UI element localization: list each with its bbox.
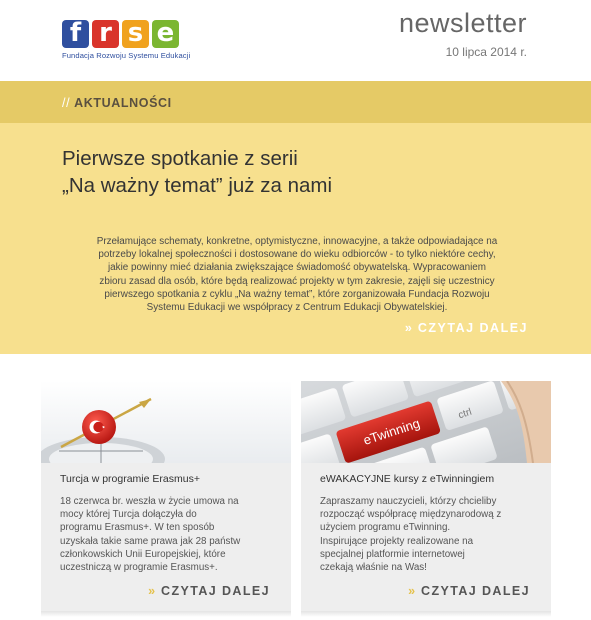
card-text-line: specjalnej platformie internetowej xyxy=(320,548,465,560)
card-text-line: Zapraszamy nauczycieli, którzy chcieliby xyxy=(320,496,497,507)
article-card-etwinning: eTwinning ctrl eWAKACYJNE kursy z eTwinn… xyxy=(301,381,551,611)
card-title[interactable]: eWAKACYJNE kursy z eTwinningiem xyxy=(320,473,494,485)
frse-logo[interactable]: f r s e Fundacja Rozwoju Systemu Edukacj… xyxy=(62,20,192,68)
card-text-line: uzyskała takie same prawa jak 28 państw xyxy=(60,535,241,547)
card-title[interactable]: Turcja w programie Erasmus+ xyxy=(60,473,200,485)
card-text-line: rozpocząć współpracę międzynarodową z xyxy=(320,509,502,521)
logo-letter-r: r xyxy=(92,20,119,48)
card-text-line: programu Erasmus+. W ten sposób xyxy=(60,522,215,534)
card-text: 18 czerwca br. weszła w życie umowa na m… xyxy=(60,495,270,574)
newsletter-title: newsletter xyxy=(398,8,527,38)
lead-line: zbioru zasad dla osób, które będą realiz… xyxy=(99,275,495,287)
card-text-line: użyciem programu eTwinning. xyxy=(320,522,451,534)
double-chevron-right-icon: » xyxy=(404,321,412,335)
card-shadow xyxy=(41,611,291,617)
card-text-line: Inspirujące projekty realizowane na xyxy=(320,535,474,547)
featured-read-more-link[interactable]: » CZYTAJ DALEJ xyxy=(405,321,528,335)
card-text-line: 18 czerwca br. weszła w życie umowa na xyxy=(60,496,239,507)
card-text-line: uczestniczą w programie Erasmus+. xyxy=(60,562,218,574)
lead-line: Przełamujące schematy, konkretne, optymi… xyxy=(96,236,498,247)
lead-line: pierwszego spotkania z cyklu „Na ważny t… xyxy=(104,288,490,300)
featured-article: //AKTUALNOŚCI Pierwsze spotkanie z serii… xyxy=(0,81,591,354)
lead-line: Systemu Edukacji we współpracy z Centrum… xyxy=(146,302,448,314)
logo-subtitle: Fundacja Rozwoju Systemu Edukacji xyxy=(62,51,191,60)
section-bar: //AKTUALNOŚCI xyxy=(0,81,591,123)
logo-letter-f: f xyxy=(62,20,89,48)
logo-letters: f r s e xyxy=(62,20,192,48)
newsletter-date: 10 lipca 2014 r. xyxy=(445,45,527,59)
read-more-label: CZYTAJ DALEJ xyxy=(417,321,528,335)
lead-line: jakie powinny mieć działania zwiększając… xyxy=(107,262,487,274)
keyboard-etwinning-key-icon[interactable]: eTwinning ctrl xyxy=(301,381,551,463)
section-slashes: // xyxy=(62,96,71,110)
logo-letter-e: e xyxy=(152,20,179,48)
read-more-label: CZYTAJ DALEJ xyxy=(161,584,270,598)
card-text-line: członkowskich Unii Europejskiej, które xyxy=(60,548,226,560)
compass-turkey-flag-icon[interactable] xyxy=(41,381,291,463)
card-text: Zapraszamy nauczycieli, którzy chcieliby… xyxy=(320,495,530,574)
section-label-text: AKTUALNOŚCI xyxy=(74,96,172,110)
lead-line: potrzeby lokalnej społeczności i dostoso… xyxy=(98,249,496,261)
section-label: //AKTUALNOŚCI xyxy=(62,96,172,110)
card-text-line: mocy której Turcja dołączyła do xyxy=(60,509,197,521)
double-chevron-right-icon: » xyxy=(148,584,156,598)
headline-line: „Na ważny temat” już za nami xyxy=(62,174,333,197)
read-more-label: CZYTAJ DALEJ xyxy=(421,584,530,598)
featured-lead: Przełamujące schematy, konkretne, optymi… xyxy=(62,235,532,314)
card-shadow xyxy=(301,611,551,617)
headline-line: Pierwsze spotkanie z serii xyxy=(62,147,298,170)
card-read-more-link[interactable]: » CZYTAJ DALEJ xyxy=(408,584,530,598)
double-chevron-right-icon: » xyxy=(408,584,416,598)
card-text-line: czekają właśnie na Was! xyxy=(320,562,427,574)
featured-headline[interactable]: Pierwsze spotkanie z serii „Na ważny tem… xyxy=(62,145,502,199)
card-read-more-link[interactable]: » CZYTAJ DALEJ xyxy=(148,584,270,598)
logo-letter-s: s xyxy=(122,20,149,48)
newsletter-header: f r s e Fundacja Rozwoju Systemu Edukacj… xyxy=(0,0,591,81)
article-card-turcja: Turcja w programie Erasmus+ 18 czerwca b… xyxy=(41,381,291,611)
